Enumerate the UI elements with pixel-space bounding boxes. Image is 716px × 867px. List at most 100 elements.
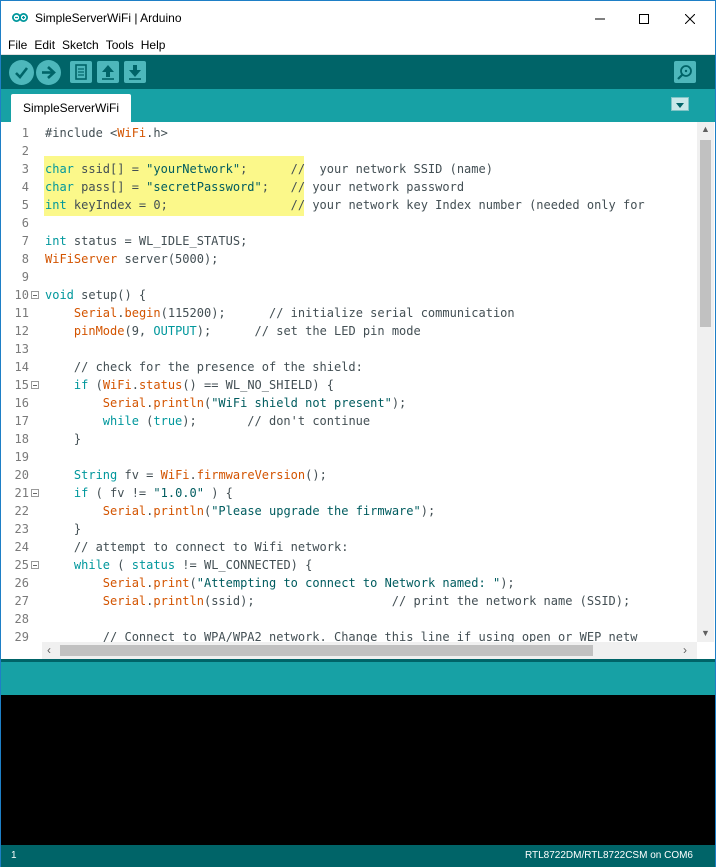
line-number: 3 bbox=[21, 162, 29, 176]
code-line[interactable]: #include <WiFi.h> bbox=[45, 124, 168, 142]
tab-simpleserverwifi[interactable]: SimpleServerWiFi bbox=[11, 94, 132, 122]
open-sketch-button[interactable] bbox=[97, 61, 119, 83]
code-token: print bbox=[153, 576, 190, 590]
code-token: // check for the presence of the shield: bbox=[45, 360, 363, 374]
code-line[interactable]: Serial.print("Attempting to connect to N… bbox=[45, 574, 515, 592]
code-line[interactable]: } bbox=[45, 430, 81, 448]
code-area[interactable]: #include <WiFi.h> char ssid[] = "yourNetw… bbox=[45, 122, 697, 642]
serial-monitor-button[interactable] bbox=[674, 61, 696, 83]
code-token: ); bbox=[391, 396, 407, 410]
code-line[interactable]: while (true); // don't continue bbox=[45, 412, 370, 430]
menu-sketch[interactable]: Sketch bbox=[62, 38, 99, 52]
code-line[interactable]: String fv = WiFi.firmwareVersion(); bbox=[45, 466, 327, 484]
scroll-left-icon[interactable]: ‹ bbox=[47, 643, 51, 657]
code-line[interactable]: Serial.println(ssid); // print the netwo… bbox=[45, 592, 630, 610]
horizontal-scroll-thumb[interactable] bbox=[60, 645, 593, 656]
minimize-icon bbox=[595, 18, 605, 19]
minimize-button[interactable] bbox=[577, 1, 623, 36]
line-number: 20 bbox=[14, 468, 29, 482]
scroll-right-icon[interactable]: › bbox=[683, 643, 687, 657]
code-token: ; // your network password bbox=[261, 180, 465, 194]
fold-toggle-icon[interactable] bbox=[31, 489, 39, 497]
new-icon bbox=[75, 64, 87, 80]
code-token: OUTPUT bbox=[153, 324, 197, 338]
line-number: 13 bbox=[14, 342, 29, 356]
code-editor[interactable]: 1 2 3 4 5 6 7 8 9 10 11 12 13 14 15 16 17 18 19 20 21 22 23 24 2… bbox=[1, 122, 715, 642]
line-number: 15 bbox=[14, 378, 29, 392]
menu-file[interactable]: File bbox=[8, 38, 27, 52]
vertical-scroll-thumb[interactable] bbox=[700, 140, 711, 327]
code-line[interactable]: // Connect to WPA/WPA2 network. Change t… bbox=[45, 628, 638, 642]
code-line[interactable]: char pass[] = "secretPassword"; // your … bbox=[45, 178, 464, 196]
scroll-up-icon[interactable]: ▲ bbox=[701, 124, 710, 134]
code-line[interactable]: void setup() { bbox=[45, 286, 146, 304]
gutter-spacer bbox=[1, 642, 42, 659]
menu-tools[interactable]: Tools bbox=[106, 38, 134, 52]
maximize-icon bbox=[639, 13, 649, 24]
line-number: 25 bbox=[14, 558, 29, 572]
code-line[interactable]: Serial.println("WiFi shield not present"… bbox=[45, 394, 406, 412]
code-token: keyIndex = 0; // your network key Index … bbox=[66, 198, 645, 212]
code-line[interactable]: Serial.begin(115200); // initialize seri… bbox=[45, 304, 515, 322]
line-number: 2 bbox=[21, 144, 29, 158]
tab-bar: SimpleServerWiFi bbox=[1, 89, 715, 122]
line-number: 9 bbox=[21, 270, 29, 284]
open-icon bbox=[102, 65, 114, 80]
fold-toggle-icon[interactable] bbox=[31, 381, 39, 389]
code-token: "yourNetwork" bbox=[146, 162, 241, 176]
code-token: . bbox=[117, 306, 125, 320]
menu-help[interactable]: Help bbox=[141, 38, 166, 52]
fold-toggle-icon[interactable] bbox=[31, 561, 39, 569]
horizontal-scrollbar[interactable]: ‹ › bbox=[42, 642, 697, 659]
code-token: != WL_CONNECTED) { bbox=[175, 558, 313, 572]
code-line[interactable]: if (WiFi.status() == WL_NO_SHIELD) { bbox=[45, 376, 334, 394]
upload-icon bbox=[42, 66, 56, 79]
code-line[interactable]: WiFiServer server(5000); bbox=[45, 250, 218, 268]
code-token: ( bbox=[138, 414, 154, 428]
menu-edit[interactable]: Edit bbox=[34, 38, 55, 52]
title-bar: SimpleServerWiFi | Arduino bbox=[1, 1, 715, 36]
code-token: fv = bbox=[117, 468, 161, 482]
code-line[interactable]: pinMode(9, OUTPUT); // set the LED pin m… bbox=[45, 322, 421, 340]
code-token: ( bbox=[189, 576, 197, 590]
code-line[interactable]: // check for the presence of the shield: bbox=[45, 358, 363, 376]
save-icon bbox=[129, 65, 141, 80]
code-token: ); // set the LED pin mode bbox=[196, 324, 421, 338]
console-output[interactable] bbox=[1, 695, 715, 845]
line-number: 17 bbox=[14, 414, 29, 428]
code-line[interactable]: char ssid[] = "yourNetwork"; // your net… bbox=[45, 160, 493, 178]
chevron-down-icon bbox=[676, 103, 684, 108]
code-line[interactable]: int keyIndex = 0; // your network key In… bbox=[45, 196, 645, 214]
code-line[interactable]: int status = WL_IDLE_STATUS; bbox=[45, 232, 247, 250]
fold-toggle-icon[interactable] bbox=[31, 291, 39, 299]
code-token: } bbox=[45, 432, 82, 446]
code-line[interactable]: if ( fv != "1.0.0" ) { bbox=[45, 484, 233, 502]
line-number: 10 bbox=[14, 288, 29, 302]
save-sketch-button[interactable] bbox=[124, 61, 146, 83]
code-line[interactable]: // attempt to connect to Wifi network: bbox=[45, 538, 349, 556]
line-number: 24 bbox=[14, 540, 29, 554]
vertical-scrollbar[interactable]: ▲ ▼ bbox=[697, 122, 714, 642]
new-sketch-button[interactable] bbox=[70, 61, 92, 83]
tab-menu-button[interactable] bbox=[671, 97, 689, 111]
scroll-down-icon[interactable]: ▼ bbox=[701, 628, 710, 638]
code-line[interactable]: Serial.println("Please upgrade the firmw… bbox=[45, 502, 435, 520]
code-line[interactable]: } bbox=[45, 520, 81, 538]
code-line[interactable]: while ( status != WL_CONNECTED) { bbox=[45, 556, 312, 574]
verify-button[interactable] bbox=[9, 60, 34, 85]
board-port-label: RTL8722DM/RTL8722CSM on COM6 bbox=[524, 850, 693, 861]
code-token: WiFi bbox=[102, 378, 132, 392]
upload-button[interactable] bbox=[36, 60, 61, 85]
code-token: status bbox=[131, 558, 176, 572]
code-token: "Attempting to connect to Network named:… bbox=[196, 576, 501, 590]
maximize-button[interactable] bbox=[621, 1, 667, 36]
code-token: setup() { bbox=[73, 288, 147, 302]
code-token: // attempt to connect to Wifi network: bbox=[45, 540, 349, 554]
code-token: int bbox=[45, 198, 67, 212]
close-button[interactable] bbox=[667, 1, 713, 36]
